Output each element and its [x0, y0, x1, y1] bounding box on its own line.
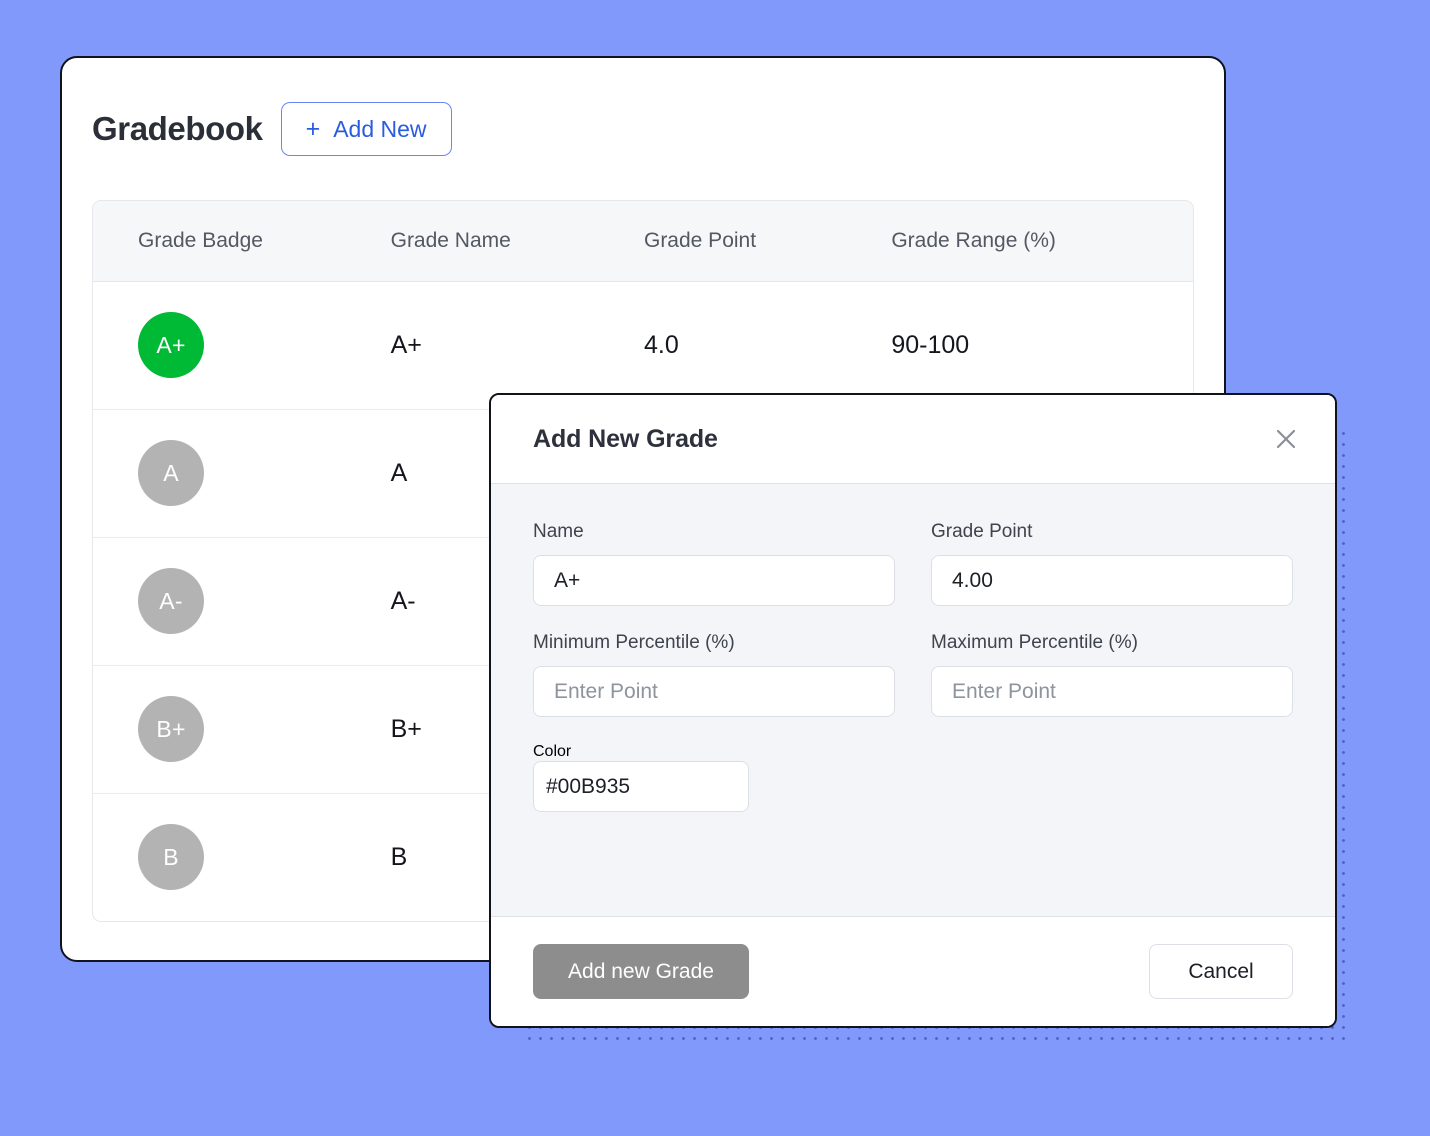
column-header-grade-range: Grade Range (%) [891, 201, 1193, 282]
max-percentile-label: Maximum Percentile (%) [931, 632, 1138, 653]
gradebook-header: Gradebook + Add New [62, 58, 1224, 156]
color-field-group: Color [533, 743, 1293, 812]
modal-body: Name Grade Point Minimum Percentile (%) … [491, 484, 1335, 916]
grade-point-input[interactable] [931, 555, 1293, 606]
modal-header: Add New Grade [491, 395, 1335, 484]
table-header: Grade Badge Grade Name Grade Point Grade… [93, 201, 1193, 282]
grade-point-label: Grade Point [931, 521, 1033, 542]
cell-grade-point: 4.0 [643, 281, 892, 410]
plus-icon: + [305, 114, 321, 143]
cell-grade-badge: A- [93, 537, 391, 666]
table-header-row: Grade Badge Grade Name Grade Point Grade… [93, 201, 1193, 282]
grade-badge: B+ [138, 696, 204, 762]
grade-badge: B [138, 824, 204, 891]
grade-badge: A+ [138, 312, 204, 378]
screen: Gradebook + Add New Grade Badge Grade Na… [0, 0, 1430, 1136]
page-title: Gradebook [92, 110, 263, 147]
form-row-2: Minimum Percentile (%) Maximum Percentil… [533, 632, 1293, 717]
close-icon[interactable] [1267, 420, 1305, 458]
cell-grade-badge: A [93, 409, 391, 538]
max-percentile-field-group: Maximum Percentile (%) [931, 632, 1293, 717]
column-header-grade-point: Grade Point [643, 201, 892, 282]
cancel-button[interactable]: Cancel [1149, 944, 1293, 999]
column-header-grade-badge: Grade Badge [93, 201, 391, 282]
cell-grade-badge: B [93, 793, 391, 921]
min-percentile-field-group: Minimum Percentile (%) [533, 632, 895, 717]
table-row[interactable]: A+ A+ 4.0 90-100 [93, 281, 1193, 410]
name-field-group: Name [533, 521, 895, 606]
color-input-wrapper [533, 761, 749, 812]
color-hex-input[interactable] [534, 762, 748, 811]
add-new-grade-button[interactable]: Add new Grade [533, 944, 749, 999]
name-input[interactable] [533, 555, 895, 606]
min-percentile-label: Minimum Percentile (%) [533, 632, 735, 653]
modal-title: Add New Grade [533, 424, 718, 453]
cell-grade-range: 90-100 [891, 281, 1193, 410]
column-header-grade-name: Grade Name [390, 201, 644, 282]
form-row-1: Name Grade Point [533, 521, 1293, 606]
name-label: Name [533, 521, 584, 542]
color-label: Color [533, 743, 572, 760]
grade-point-field-group: Grade Point [931, 521, 1293, 606]
cell-grade-name: A+ [390, 281, 644, 410]
cell-grade-badge: A+ [93, 281, 391, 410]
max-percentile-input[interactable] [931, 666, 1293, 717]
grade-badge: A- [138, 568, 204, 634]
min-percentile-input[interactable] [533, 666, 895, 717]
add-new-button[interactable]: + Add New [280, 102, 452, 156]
grade-badge: A [138, 440, 204, 506]
modal-footer: Add new Grade Cancel [491, 916, 1335, 1026]
add-new-grade-modal: Add New Grade Name Grade Point [489, 393, 1337, 1028]
add-new-label: Add New [333, 115, 427, 142]
cell-grade-badge: B+ [93, 665, 391, 794]
